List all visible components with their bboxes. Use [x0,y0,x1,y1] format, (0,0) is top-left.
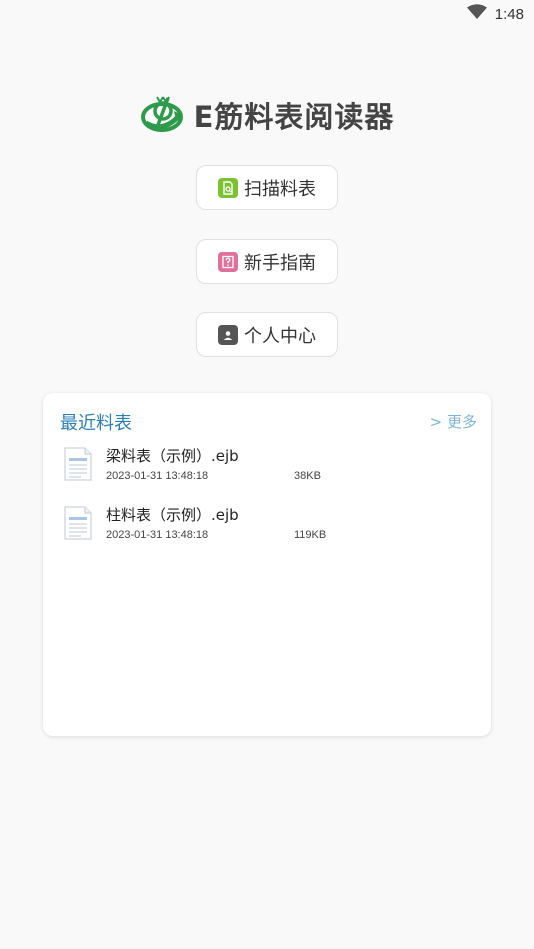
status-bar: 1:48 [0,0,534,28]
file-date: 2023-01-31 13:48:18 [106,529,209,541]
personal-center-button[interactable]: 个人中心 [196,312,338,357]
beginner-guide-label: 新手指南 [244,252,316,274]
scan-doc-icon [218,177,238,198]
file-size: 119KB [294,529,327,541]
document-icon [63,447,93,485]
file-item[interactable]: 梁料表（示例）.ejb 2023-01-31 13:48:18 38KB [63,445,473,495]
personal-center-label: 个人中心 [244,325,316,347]
more-link[interactable]: > 更多 [430,411,477,432]
app-header: E筋料表阅读器 [0,92,534,138]
question-icon [218,251,238,272]
beginner-guide-button[interactable]: 新手指南 [196,239,338,284]
file-name: 梁料表（示例）.ejb [106,447,239,465]
scan-sheet-label: 扫描料表 [244,178,316,200]
app-logo-icon [140,93,184,137]
wifi-icon [466,4,487,24]
recent-sheets-card: 最近料表 > 更多 梁料表（示例）.ejb 2023-01-31 13:48:1… [43,393,491,736]
document-icon [63,506,93,544]
recent-sheets-title: 最近料表 [60,413,132,434]
app-title: E筋料表阅读器 [193,100,395,134]
status-icons: 1:48 [466,4,524,24]
file-item[interactable]: 柱料表（示例）.ejb 2023-01-31 13:48:18 119KB [63,504,473,554]
scan-sheet-button[interactable]: 扫描料表 [196,165,338,210]
file-date: 2023-01-31 13:48:18 [106,470,209,482]
file-name: 柱料表（示例）.ejb [106,506,239,524]
status-time: 1:48 [494,5,524,23]
file-size: 38KB [294,470,321,482]
contact-card-icon [218,324,238,345]
